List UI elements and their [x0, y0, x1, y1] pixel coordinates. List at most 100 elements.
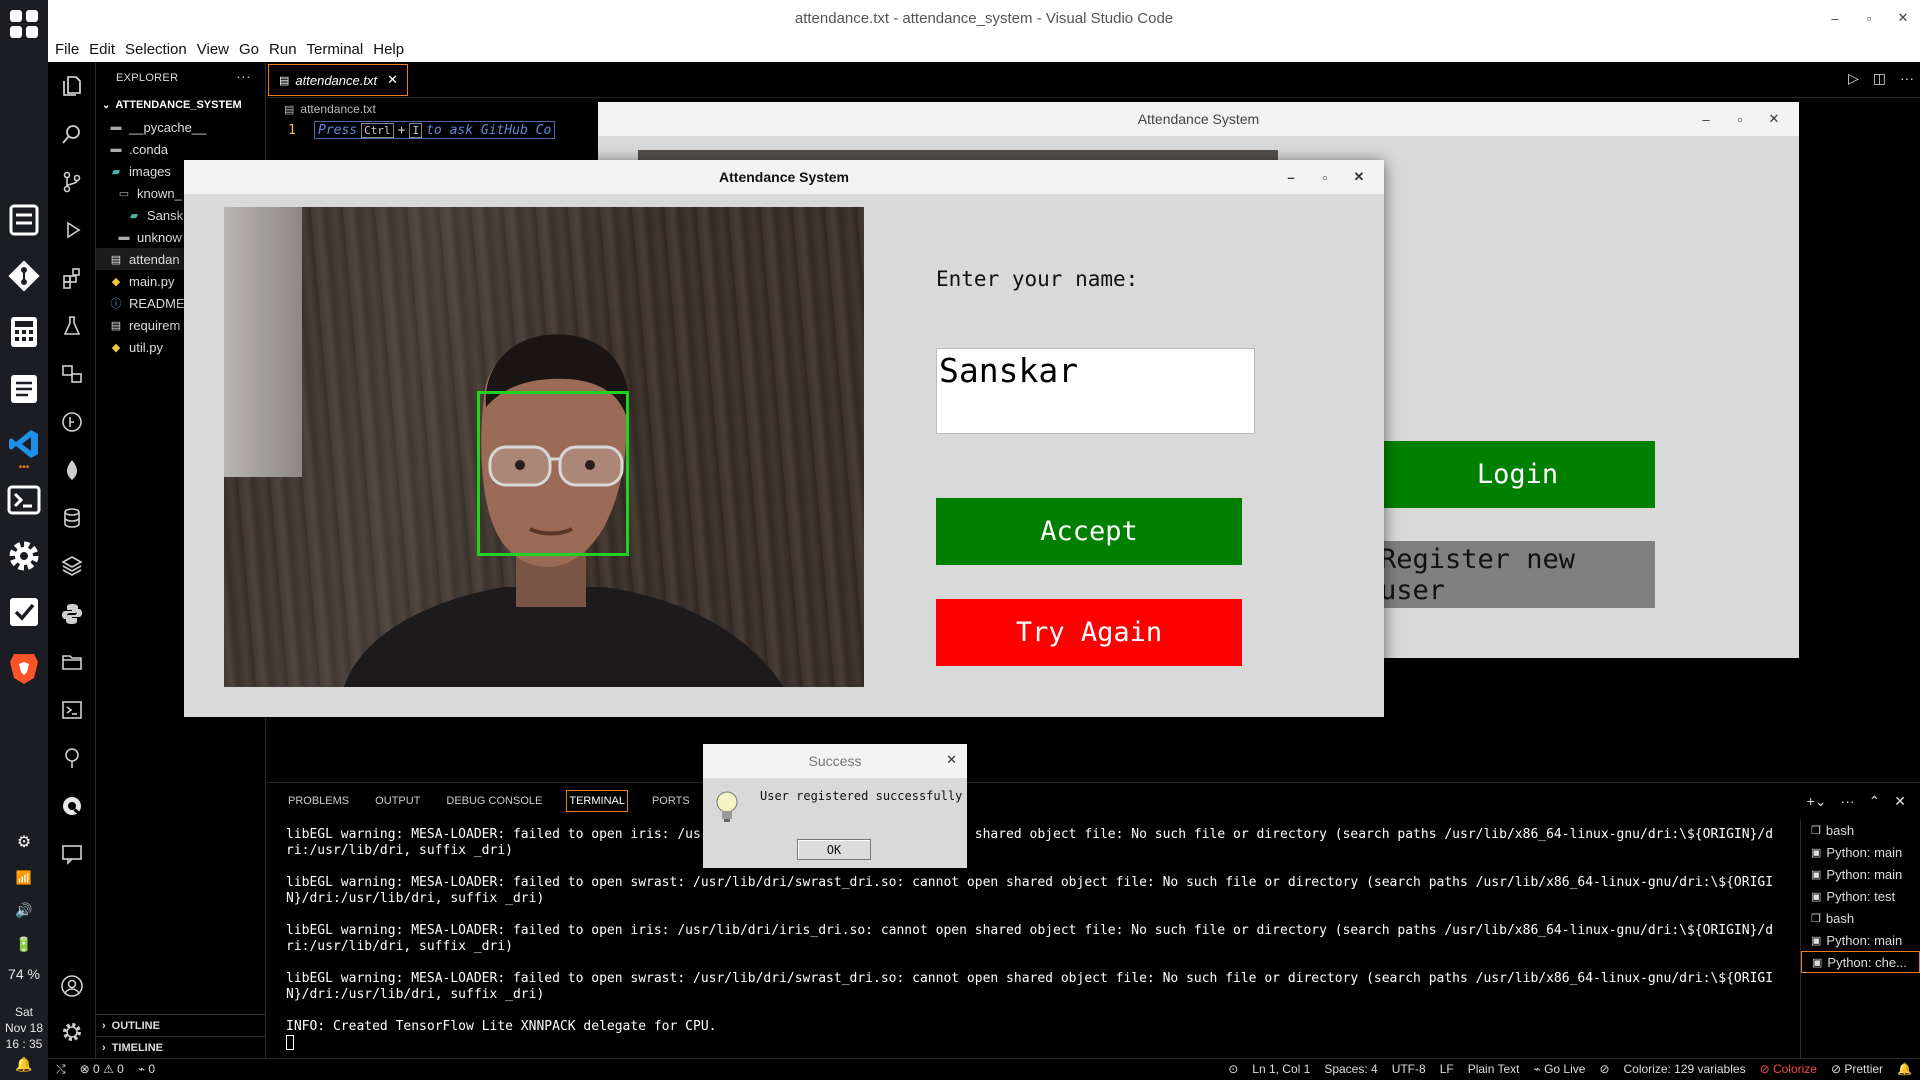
ok-button[interactable]: OK	[797, 839, 871, 860]
search-icon[interactable]	[48, 116, 96, 152]
terminal-instance[interactable]: ▣ Python: main	[1801, 841, 1920, 863]
project-root[interactable]: ⌄ ATTENDANCE_SYSTEM	[96, 94, 265, 116]
tab-terminal[interactable]: TERMINAL	[566, 790, 628, 812]
remote-explorer-icon[interactable]	[48, 356, 96, 392]
file-manager-icon[interactable]	[4, 200, 44, 240]
run-debug-icon[interactable]	[48, 212, 96, 248]
explorer-icon[interactable]	[48, 68, 96, 104]
folder-icon[interactable]	[48, 644, 96, 680]
python-icon[interactable]	[48, 596, 96, 632]
go-live-button[interactable]: ⌁ Go Live	[1534, 1062, 1586, 1076]
database-icon[interactable]	[48, 500, 96, 536]
close-icon[interactable]: ✕	[1757, 111, 1791, 127]
terminal-instance-active[interactable]: ▣ Python: che...	[1801, 951, 1920, 973]
outline-section[interactable]: › OUTLINE	[96, 1014, 266, 1036]
new-terminal-icon[interactable]: +⌄	[1807, 793, 1827, 810]
text-editor-icon[interactable]	[4, 368, 44, 408]
battery-icon[interactable]: 🔋	[0, 936, 48, 953]
run-icon[interactable]: ▷	[1848, 70, 1859, 87]
menu-edit[interactable]: Edit	[88, 41, 116, 58]
source-control-icon[interactable]	[48, 164, 96, 200]
minimize-icon[interactable]: –	[1689, 112, 1723, 127]
vscode-icon[interactable]	[4, 424, 44, 464]
calculator-icon[interactable]	[4, 312, 44, 352]
tree-item-conda[interactable]: ▬ .conda	[96, 138, 265, 160]
close-icon[interactable]: ✕	[1342, 169, 1376, 185]
register-new-user-button[interactable]: Register new user	[1380, 541, 1655, 608]
tab-ports[interactable]: PORTS	[650, 791, 692, 811]
tree-icon[interactable]	[48, 740, 96, 776]
colorize-variables[interactable]: Colorize: 129 variables	[1624, 1062, 1746, 1076]
git-graph-icon[interactable]	[48, 404, 96, 440]
ports-indicator[interactable]: ⌁ 0	[138, 1062, 155, 1077]
try-again-button[interactable]: Try Again	[936, 599, 1242, 666]
quokka-icon[interactable]	[48, 788, 96, 824]
brave-browser-icon[interactable]	[4, 648, 44, 688]
close-panel-icon[interactable]: ✕	[1894, 793, 1906, 810]
maximize-icon[interactable]: ▫	[1723, 112, 1757, 127]
layers-icon[interactable]	[48, 548, 96, 584]
volume-icon[interactable]: 🔊	[0, 902, 48, 919]
menu-terminal[interactable]: Terminal	[306, 41, 365, 58]
git-icon[interactable]	[4, 256, 44, 296]
tab-problems[interactable]: PROBLEMS	[286, 791, 351, 811]
encoding[interactable]: UTF-8	[1392, 1062, 1426, 1076]
chat-icon[interactable]	[48, 836, 96, 872]
settings-icon[interactable]	[4, 536, 44, 576]
menu-run[interactable]: Run	[268, 41, 298, 58]
remote-indicator[interactable]: ⤭	[56, 1062, 66, 1077]
terminal-instance[interactable]: ❐ bash	[1801, 819, 1920, 841]
tab-close-icon[interactable]: ✕	[387, 72, 398, 88]
mongodb-icon[interactable]	[48, 452, 96, 488]
manage-gear-icon[interactable]	[48, 1014, 96, 1050]
account-icon[interactable]	[48, 968, 96, 1004]
indentation[interactable]: Spaces: 4	[1324, 1062, 1377, 1076]
tab-attendance-txt[interactable]: ▤ attendance.txt ✕	[268, 64, 408, 96]
timeline-section[interactable]: › TIMELINE	[96, 1036, 266, 1058]
problems-indicator[interactable]: ⊗ 0 ⚠ 0	[80, 1062, 124, 1077]
wifi-icon[interactable]: 📶	[0, 870, 48, 886]
tab-output[interactable]: OUTPUT	[373, 791, 422, 811]
tab-debug-console[interactable]: DEBUG CONSOLE	[444, 791, 544, 811]
more-actions-icon[interactable]: ···	[1900, 70, 1914, 87]
tasks-icon[interactable]	[4, 592, 44, 632]
menu-file[interactable]: File	[54, 41, 80, 58]
powershell-icon[interactable]	[48, 692, 96, 728]
menu-help[interactable]: Help	[372, 41, 405, 58]
terminal-instance[interactable]: ❐ bash	[1801, 907, 1920, 929]
more-actions-icon[interactable]: ···	[236, 68, 251, 84]
minimize-icon[interactable]: –	[1274, 170, 1308, 185]
maximize-panel-icon[interactable]: ⌃	[1869, 793, 1881, 810]
terminal-instance[interactable]: ▣ Python: main	[1801, 929, 1920, 951]
bell-icon[interactable]: 🔔	[1897, 1062, 1912, 1076]
colorize-toggle[interactable]: ⊘ Colorize	[1760, 1062, 1817, 1076]
extensions-icon[interactable]	[48, 260, 96, 296]
maximize-icon[interactable]: ▫	[1852, 11, 1886, 26]
cursor-position[interactable]: Ln 1, Col 1	[1252, 1062, 1310, 1076]
terminal-instance[interactable]: ▣ Python: main	[1801, 863, 1920, 885]
minimize-icon[interactable]: –	[1818, 11, 1852, 26]
terminal-instance[interactable]: ▣ Python: test	[1801, 885, 1920, 907]
testing-icon[interactable]	[48, 308, 96, 344]
language-mode[interactable]: Plain Text	[1468, 1062, 1520, 1076]
code-line-1[interactable]: 1 Press Ctrl + I to ask GitHub Co	[266, 119, 606, 141]
no-preview-icon[interactable]: ⊘	[1599, 1062, 1609, 1076]
close-icon[interactable]: ✕	[1886, 10, 1920, 26]
split-editor-icon[interactable]: ◫	[1873, 70, 1886, 87]
login-button[interactable]: Login	[1380, 441, 1655, 508]
menu-selection[interactable]: Selection	[124, 41, 188, 58]
location-icon[interactable]: ⊙	[1228, 1062, 1238, 1076]
tree-item-pycache[interactable]: ▬ __pycache__	[96, 116, 265, 138]
menu-view[interactable]: View	[196, 41, 230, 58]
name-input[interactable]: Sanskar	[936, 348, 1255, 434]
line-endings[interactable]: LF	[1440, 1062, 1454, 1076]
gear-small-icon[interactable]: ⚙	[0, 832, 48, 852]
prettier-status[interactable]: ⊘ Prettier	[1831, 1062, 1883, 1076]
maximize-icon[interactable]: ▫	[1308, 170, 1342, 185]
terminal-icon[interactable]	[4, 480, 44, 520]
notification-icon[interactable]: 🔔	[0, 1056, 48, 1073]
accept-button[interactable]: Accept	[936, 498, 1242, 565]
more-actions-icon[interactable]: ···	[1841, 793, 1855, 810]
menu-go[interactable]: Go	[238, 41, 260, 58]
breadcrumb[interactable]: ▤ attendance.txt	[284, 99, 376, 119]
